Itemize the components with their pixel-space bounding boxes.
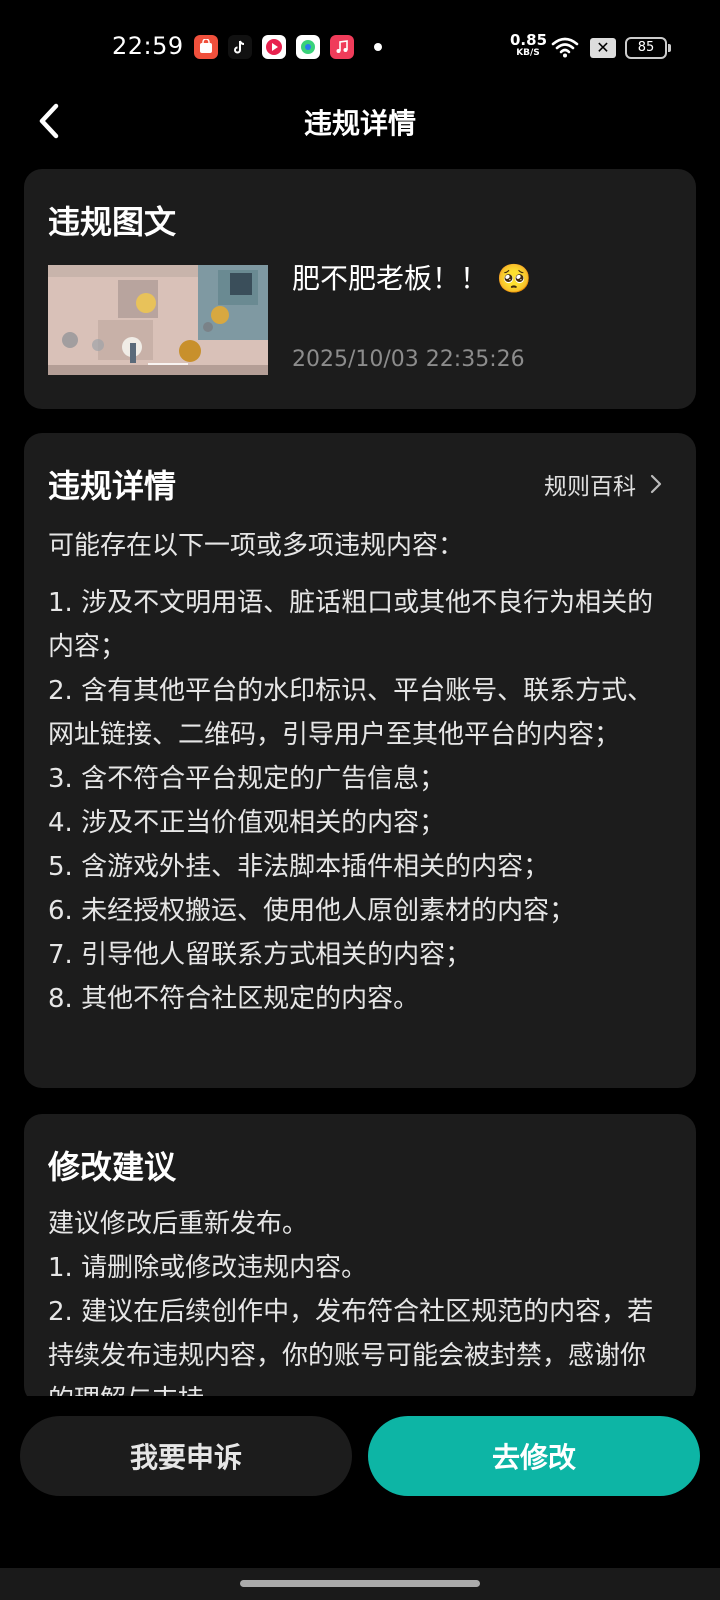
suggestion-card: 修改建议 建议修改后重新发布。 1. 请删除或修改违规内容。 2. 建议在后续创… [24,1114,696,1404]
more-notifications-dot [374,43,382,51]
net-speed-unit: KB/S [516,48,540,58]
post-text: 肥不肥老板！！ 🥺 [292,262,532,295]
suggestion-list: 建议修改后重新发布。 1. 请删除或修改违规内容。 2. 建议在后续创作中，发布… [48,1202,668,1404]
suggestion-title: 修改建议 [48,1148,177,1186]
post-thumbnail[interactable] [48,265,268,375]
rule-item: 4. 涉及不正当价值观相关的内容； [48,808,446,838]
status-time: 22:59 [112,32,184,60]
game-screenshot-image [48,265,268,375]
battery-icon: 85 [625,37,671,59]
rule-item: 7. 引导他人留联系方式相关的内容； [48,940,472,970]
suggestion-item: 建议修改后重新发布。 [48,1209,309,1239]
green-app-icon [296,35,320,59]
violation-intro: 可能存在以下一项或多项违规内容： [48,531,465,561]
appeal-button[interactable]: 我要申诉 [20,1416,352,1496]
rules-wiki-label: 规则百科 [544,474,636,500]
rule-item: 1. 涉及不文明用语、脏话粗口或其他不良行为相关的内容； [48,588,654,662]
post-timestamp: 2025/10/03 22:35:26 [292,347,525,372]
violation-rule-list: 1. 涉及不文明用语、脏话粗口或其他不良行为相关的内容； 2. 含有其他平台的水… [48,581,668,1021]
suggestion-item: 2. 建议在后续创作中，发布符合社区规范的内容，若持续发布违规内容，你的账号可能… [48,1297,654,1404]
music-app-icon [330,35,354,59]
shopping-app-icon [194,35,218,59]
tiktok-icon [228,35,252,59]
network-speed: 0.85 KB/S [510,31,548,58]
header: 违规详情 [0,96,720,146]
net-speed-value: 0.85 [510,31,548,49]
status-bar: 22:59 0.85 KB/S ✕ 85 [0,0,720,96]
violation-detail-title: 违规详情 [48,467,177,505]
rule-item: 3. 含不符合平台规定的广告信息； [48,764,446,794]
rule-item: 5. 含游戏外挂、非法脚本插件相关的内容； [48,852,550,882]
page-title: 违规详情 [303,107,416,140]
notification-icons [194,35,382,59]
violating-post-title: 违规图文 [48,203,177,241]
chevron-right-icon [650,474,662,494]
home-indicator[interactable] [240,1580,480,1587]
bottom-action-bar: 我要申诉 去修改 [0,1396,720,1566]
rule-item: 2. 含有其他平台的水印标识、平台账号、联系方式、网址链接、二维码，引导用户至其… [48,676,654,750]
violating-post-card: 违规图文 肥不肥老板！！ 🥺 2025/10/03 22:35:26 [24,169,696,409]
violation-detail-card: 违规详情 规则百科 可能存在以下一项或多项违规内容： 1. 涉及不文明用语、脏话… [24,433,696,1088]
rules-wiki-link[interactable]: 规则百科 [544,467,662,501]
no-sim-icon: ✕ [590,38,616,58]
go-edit-button[interactable]: 去修改 [368,1416,700,1496]
rule-item: 8. 其他不符合社区规定的内容。 [48,984,420,1014]
suggestion-item: 1. 请删除或修改违规内容。 [48,1253,368,1283]
wifi-icon [551,37,579,58]
video-app-icon [262,35,286,59]
rule-item: 6. 未经授权搬运、使用他人原创素材的内容； [48,896,576,926]
